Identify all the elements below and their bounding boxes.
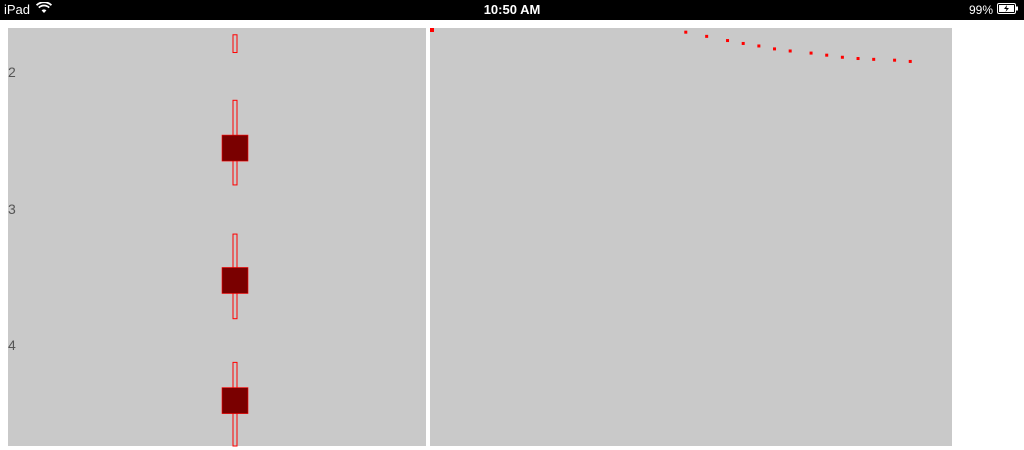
box-body [221,387,249,414]
box-body [221,134,249,162]
box-whisker [232,34,238,54]
scatter-point [726,39,730,43]
scatter-point [809,51,813,55]
scatter-point [788,49,792,53]
scatter-point [893,58,897,62]
chart-svg [221,30,912,447]
scatter-point [705,34,709,38]
scatter-point [908,59,912,63]
scatter-point [773,47,777,51]
scatter-point [872,57,876,61]
scatter-point [741,41,745,45]
scatter-point [825,53,829,57]
scatter-point [840,55,844,59]
scatter-point [757,44,761,48]
box-body [221,267,249,294]
scatter-point [684,30,688,34]
scatter-point [856,57,860,61]
